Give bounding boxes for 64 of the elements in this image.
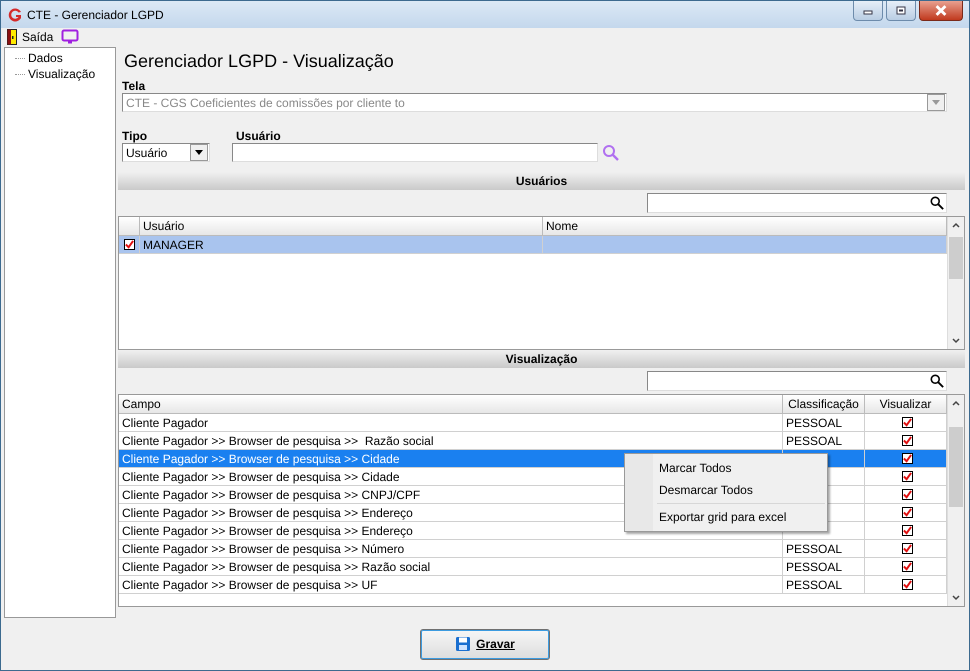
table-cell: Cliente Pagador >> Browser de pesquisa >> UF (119, 576, 783, 593)
checkbox[interactable] (902, 543, 912, 554)
tree-item[interactable]: Dados (28, 51, 63, 65)
maximize-icon (895, 6, 907, 16)
caret-down-icon[interactable] (951, 593, 961, 603)
table-row[interactable]: MANAGER (119, 236, 947, 254)
table-row[interactable]: Cliente Pagador PESSOAL (119, 414, 947, 432)
type-dropdown[interactable]: Usuário (122, 143, 210, 162)
page-heading: Gerenciador LGPD - Visualização (124, 51, 395, 73)
logo-icon (7, 6, 23, 22)
checkbox[interactable] (902, 561, 912, 572)
table-cell: PESSOAL (783, 414, 865, 431)
table-cell: PESSOAL (783, 432, 865, 449)
table-cell: MANAGER (140, 236, 543, 253)
checkbox[interactable] (124, 239, 134, 250)
checkbox[interactable] (902, 417, 912, 428)
door-icon (7, 28, 17, 44)
search-icon[interactable] (930, 374, 944, 388)
table-row[interactable]: Cliente Pagador >> Browser de pesquisa >> UF PESSOAL (119, 576, 947, 594)
filter-field[interactable] (647, 371, 947, 391)
field-label: Tela (122, 79, 146, 93)
search-icon[interactable] (930, 196, 944, 210)
exit-button[interactable]: Saída (7, 28, 54, 44)
close-button[interactable] (919, 1, 963, 21)
caret-up-icon[interactable] (951, 398, 961, 408)
caret-down-icon[interactable] (951, 336, 961, 346)
monitor-button[interactable] (61, 28, 80, 44)
checkbox[interactable] (902, 489, 912, 500)
maximize-button[interactable] (886, 1, 916, 21)
table-cell: Cliente Pagador >> Browser de pesquisa >> Razão social (119, 432, 783, 449)
column-header[interactable]: Classificação (783, 395, 865, 413)
checkbox[interactable] (902, 435, 912, 446)
checkbox[interactable] (902, 471, 912, 482)
checkbox[interactable] (902, 453, 912, 464)
table-cell: PESSOAL (783, 558, 865, 575)
table-cell: Cliente Pagador >> Browser de pesquisa >> Número (119, 540, 783, 557)
table-row[interactable]: Cliente Pagador >> Browser de pesquisa >> Número PESSOAL (119, 540, 947, 558)
table-cell: Cliente Pagador >> Browser de pesquisa >> Razão social (119, 558, 783, 575)
user-input-field[interactable] (232, 143, 598, 162)
monitor-icon (61, 28, 80, 44)
checkbox[interactable] (902, 579, 912, 590)
close-icon (934, 5, 948, 16)
checkbox[interactable] (902, 525, 912, 536)
table-cell: Cliente Pagador (119, 414, 783, 431)
column-header[interactable]: Campo (119, 395, 783, 413)
minimize-button[interactable] (853, 1, 883, 21)
window-title: CTE - Gerenciador LGPD (27, 8, 164, 22)
section-title: Visualização (506, 352, 578, 366)
caret-down-icon (932, 100, 940, 105)
save-button[interactable]: Gravar (420, 628, 550, 660)
tree-item[interactable]: Visualização (28, 67, 96, 81)
field-label: Tipo (122, 129, 148, 143)
filter-field[interactable] (647, 193, 947, 213)
field-label: Usuário (236, 129, 282, 143)
checkbox[interactable] (902, 507, 912, 518)
scrollbar[interactable] (947, 217, 964, 349)
caret-up-icon[interactable] (951, 220, 961, 230)
scrollbar[interactable] (947, 395, 964, 606)
caret-down-icon (195, 150, 203, 155)
table-cell: PESSOAL (783, 540, 865, 557)
column-header[interactable]: Usuário (140, 217, 543, 235)
section-title: Usuários (516, 174, 568, 188)
table-row[interactable]: Cliente Pagador >> Browser de pesquisa >> Razão social PESSOAL (119, 558, 947, 576)
table-cell: PESSOAL (783, 576, 865, 593)
